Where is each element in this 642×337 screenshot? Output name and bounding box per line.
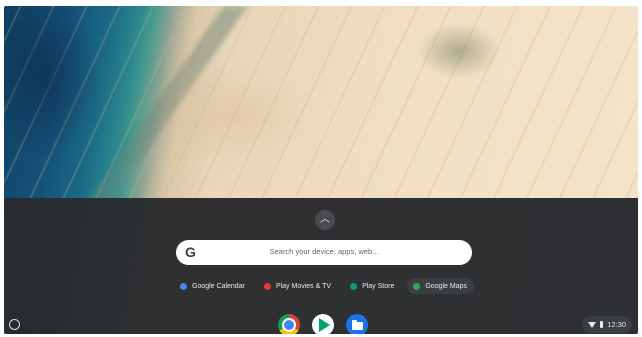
expand-launcher-button[interactable]: ︿: [315, 210, 335, 230]
play-store-icon[interactable]: [312, 314, 334, 334]
play-store-icon: [350, 282, 358, 290]
suggestion-google-maps[interactable]: Google Maps: [407, 278, 474, 294]
maps-icon: [413, 282, 421, 290]
suggestion-label: Google Maps: [425, 282, 467, 290]
clock: 12:30: [607, 320, 626, 329]
calendar-icon: [180, 282, 187, 290]
wifi-icon: [588, 321, 597, 328]
app-launcher: ︿ G Search your device, apps, web... Goo…: [4, 198, 638, 334]
suggested-apps: Google Calendar Play Movies & TV Play St…: [174, 278, 474, 294]
play-movies-icon: [263, 282, 271, 290]
battery-icon: [600, 321, 604, 328]
suggestion-google-calendar[interactable]: Google Calendar: [174, 278, 252, 294]
search-input[interactable]: Search your device, apps, web...: [176, 247, 472, 256]
files-icon[interactable]: [346, 314, 368, 334]
suggestion-label: Play Movies & TV: [275, 282, 332, 290]
launcher-search-box[interactable]: G Search your device, apps, web...: [176, 240, 472, 265]
suggestion-play-movies[interactable]: Play Movies & TV: [258, 278, 338, 294]
status-tray[interactable]: 12:30: [582, 316, 632, 333]
suggestion-label: Play Store: [362, 282, 395, 290]
launcher-button[interactable]: [9, 319, 20, 330]
chromeos-screen: ︿ G Search your device, apps, web... Goo…: [4, 6, 638, 334]
suggestion-play-store[interactable]: Play Store: [344, 278, 401, 294]
chrome-icon[interactable]: [278, 314, 300, 334]
suggestion-label: Google Calendar: [192, 282, 245, 290]
wallpaper-ocean: [4, 6, 154, 206]
chevron-up-icon: ︿: [320, 214, 330, 225]
shelf: [278, 314, 368, 334]
